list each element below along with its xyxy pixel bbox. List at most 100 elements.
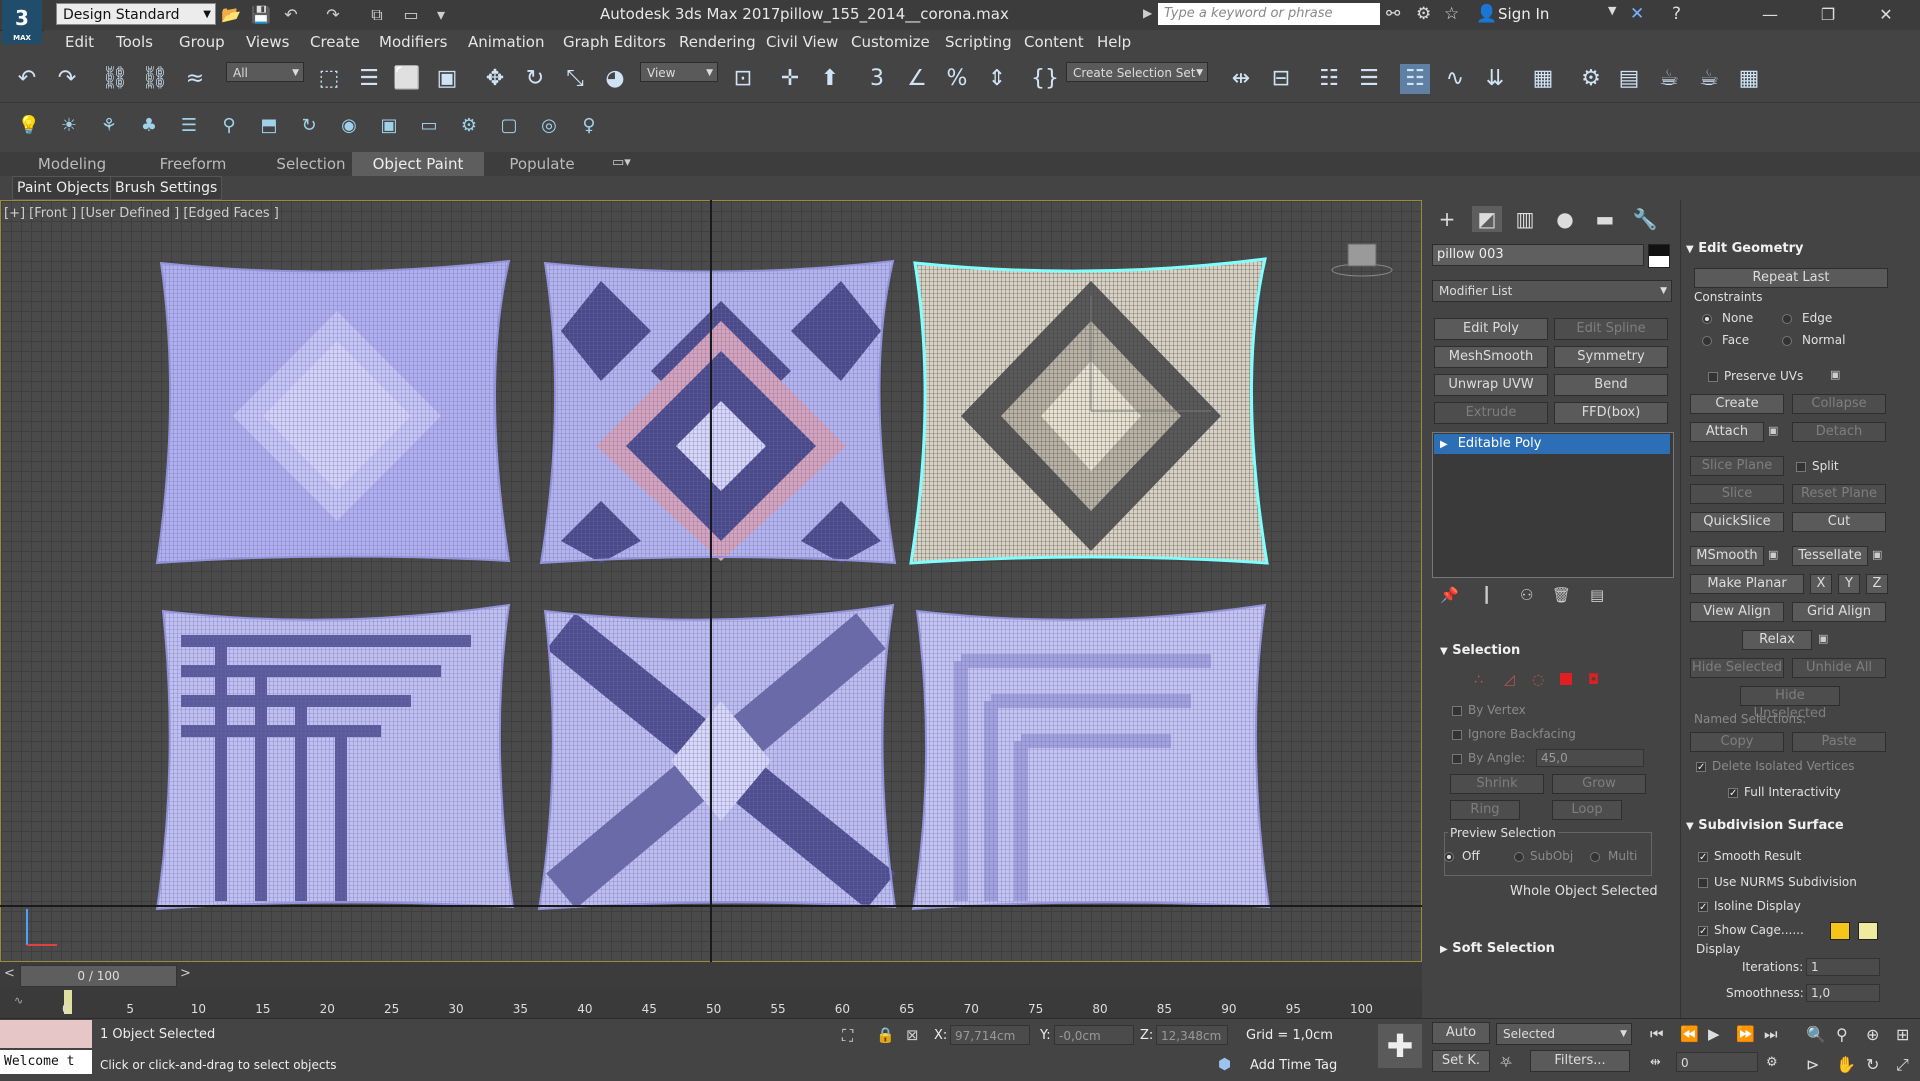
key-mode-toggle-icon[interactable]: ⇹ <box>1650 1055 1661 1070</box>
menu-animation[interactable]: Animation <box>468 33 544 51</box>
planar-y-button[interactable]: Y <box>1838 574 1860 594</box>
collapse-button[interactable]: Collapse <box>1792 394 1886 414</box>
time-configuration-icon[interactable]: ⚙ <box>1766 1055 1778 1070</box>
isoline-display-checkbox[interactable]: ✓ <box>1698 902 1708 913</box>
create-button[interactable]: Create <box>1690 394 1784 414</box>
menu-modifiers[interactable]: Modifiers <box>379 33 447 51</box>
open-file-icon[interactable]: 📂 <box>220 4 242 26</box>
maxscript-mini-listener[interactable]: Welcome t <box>0 1050 92 1074</box>
pillow-1[interactable] <box>155 259 511 565</box>
keyboard-shortcut-override-icon[interactable]: ⬆ <box>815 64 845 94</box>
select-object-icon[interactable]: ⬚ <box>314 64 344 94</box>
msmooth-button[interactable]: MSmooth <box>1690 546 1764 566</box>
layer-explorer-icon[interactable]: ☷ <box>1314 64 1344 94</box>
view-align-button[interactable]: View Align <box>1690 602 1784 622</box>
project-icon[interactable]: ▭ <box>400 4 422 26</box>
pivot-center-icon[interactable]: ⊡ <box>728 64 758 94</box>
help-icon[interactable]: ? <box>1672 4 1681 24</box>
restore-icon[interactable]: ❐ <box>1808 2 1848 28</box>
favorites-star-icon[interactable]: ☆ <box>1444 4 1459 24</box>
close-icon[interactable]: ✕ <box>1866 2 1906 28</box>
copy-button[interactable]: Copy <box>1690 732 1784 752</box>
cage-color-2-swatch[interactable] <box>1858 922 1878 940</box>
menu-views[interactable]: Views <box>246 33 289 51</box>
planar-x-button[interactable]: X <box>1810 574 1832 594</box>
relax-settings-icon[interactable]: ▣ <box>1818 632 1828 645</box>
edit-named-selection-icon[interactable]: {} <box>1030 64 1060 94</box>
modifier-button-meshsmooth[interactable]: MeshSmooth <box>1434 346 1548 368</box>
smoothness-spinner[interactable]: 1,0 <box>1806 984 1880 1002</box>
modifier-list-dropdown[interactable]: Modifier List ▼ <box>1432 280 1672 302</box>
preserve-uvs-checkbox[interactable] <box>1708 372 1718 382</box>
edit-geometry-header[interactable]: ▼ Edit Geometry <box>1686 241 1804 256</box>
by-vertex-checkbox[interactable] <box>1452 706 1462 716</box>
menu-group[interactable]: Group <box>179 33 225 51</box>
slice-button[interactable]: Slice <box>1690 484 1784 504</box>
frame-buffer-icon[interactable]: ▣ <box>376 113 402 139</box>
key-mode-dropdown[interactable]: Selected ▼ <box>1496 1023 1632 1045</box>
redo-icon[interactable]: ↷ <box>52 64 82 94</box>
remove-modifier-icon[interactable]: 🗑 <box>1552 586 1571 604</box>
schematic-view-icon[interactable]: ⇊ <box>1480 64 1510 94</box>
border-mode-icon[interactable]: ◌ <box>1532 672 1544 688</box>
material-editor-icon[interactable]: ▦ <box>1528 64 1558 94</box>
undo-icon[interactable]: ↶ <box>12 64 42 94</box>
light-bulb-icon[interactable]: 💡 <box>16 113 42 139</box>
y-coordinate-field[interactable]: -0,0cm <box>1054 1025 1134 1045</box>
utilities-tab-icon[interactable]: 🔧 <box>1630 206 1660 232</box>
make-unique-icon[interactable]: ⚇ <box>1520 586 1533 604</box>
mirror-icon[interactable]: ⇹ <box>1226 64 1256 94</box>
tessellate-button[interactable]: Tessellate <box>1792 546 1868 566</box>
render-activeshade-icon[interactable]: ▦ <box>1734 64 1764 94</box>
camera-group-icon[interactable]: ⚘ <box>96 113 122 139</box>
menu-graph-editors[interactable]: Graph Editors <box>563 33 666 51</box>
select-by-name-icon[interactable]: ☰ <box>354 64 384 94</box>
snaps-toggle-icon[interactable]: 3 <box>862 64 892 94</box>
msmooth-settings-icon[interactable]: ▣ <box>1768 548 1778 561</box>
delete-isolated-checkbox[interactable]: ✓ <box>1696 762 1706 773</box>
hierarchy-tab-icon[interactable]: ▥ <box>1510 206 1540 232</box>
menu-help[interactable]: Help <box>1097 33 1131 51</box>
expand-arrow-icon[interactable]: ▶ <box>1440 439 1448 450</box>
set-key-button[interactable]: Set K. <box>1432 1050 1490 1072</box>
auto-key-button[interactable]: Auto <box>1432 1022 1490 1044</box>
repeat-last-button[interactable]: Repeat Last <box>1694 268 1888 288</box>
tessellate-settings-icon[interactable]: ▣ <box>1872 548 1882 561</box>
interactive-icon[interactable]: ⚙ <box>456 113 482 139</box>
menu-rendering[interactable]: Rendering <box>679 33 756 51</box>
preview-multi-radio[interactable] <box>1590 852 1600 862</box>
grow-button[interactable]: Grow <box>1552 774 1646 794</box>
planar-z-button[interactable]: Z <box>1866 574 1888 594</box>
preserve-uvs-settings-icon[interactable]: ▣ <box>1830 368 1840 381</box>
pillow-2[interactable] <box>539 259 897 565</box>
material-ball-icon[interactable]: ◉ <box>336 113 362 139</box>
loop-button[interactable]: Loop <box>1552 800 1622 820</box>
save-file-icon[interactable]: 💾 <box>250 4 272 26</box>
constraint-normal-radio[interactable] <box>1782 336 1792 346</box>
iterations-spinner[interactable]: 1 <box>1806 958 1880 976</box>
full-interactivity-checkbox[interactable]: ✓ <box>1728 788 1738 799</box>
bind-space-warp-icon[interactable]: ≈ <box>180 64 210 94</box>
time-tag-icon[interactable]: ⬢ <box>1218 1055 1231 1073</box>
subdivision-surface-header[interactable]: ▼ Subdivision Surface <box>1686 818 1844 833</box>
sign-in-dropdown-icon[interactable]: ▼ <box>1608 4 1616 17</box>
search-input[interactable]: Type a keyword or phrase <box>1158 3 1380 25</box>
paste-button[interactable]: Paste <box>1792 732 1886 752</box>
edge-mode-icon[interactable]: ◿ <box>1504 672 1515 688</box>
hide-selected-button[interactable]: Hide Selected <box>1690 658 1784 678</box>
tab-freeform[interactable]: Freeform <box>134 152 252 176</box>
field-of-view-icon[interactable]: ⊳ <box>1806 1055 1819 1074</box>
link-icon[interactable]: ⛓ <box>100 64 130 94</box>
make-planar-button[interactable]: Make Planar <box>1690 574 1804 594</box>
align-icon[interactable]: ⊟ <box>1266 64 1296 94</box>
rendered-frame-window-icon[interactable]: ▤ <box>1614 64 1644 94</box>
constraint-face-radio[interactable] <box>1702 336 1712 346</box>
workspace-dropdown[interactable]: Design Standard ▼ <box>56 3 216 25</box>
show-cage-checkbox[interactable]: ✓ <box>1698 926 1708 937</box>
next-frame-icon[interactable]: ⏩ <box>1736 1025 1755 1043</box>
modifier-button-symmetry[interactable]: Symmetry <box>1554 346 1668 368</box>
maximize-viewport-icon[interactable]: ⤢ <box>1896 1055 1909 1075</box>
filters-button[interactable]: Filters... <box>1530 1050 1630 1072</box>
menu-tools[interactable]: Tools <box>116 33 153 51</box>
customize-quick-access-icon[interactable]: ▾ <box>430 4 452 26</box>
